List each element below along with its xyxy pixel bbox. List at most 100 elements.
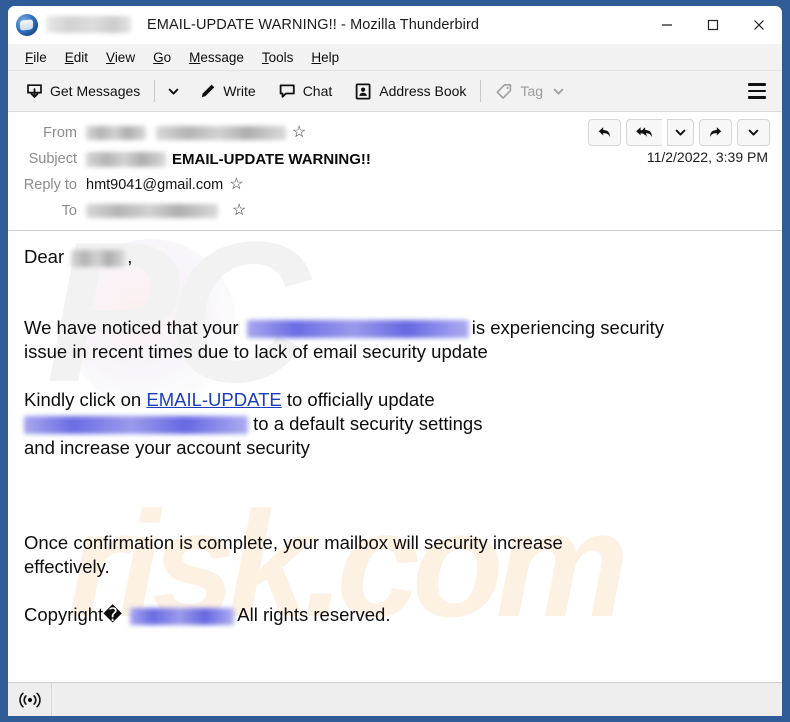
reply-to-value[interactable]: hmt9041@gmail.com ☆ [86, 177, 244, 194]
para3-line1: Once confirmation is complete, your mail… [24, 532, 563, 553]
reply-to-label: Reply to [23, 177, 77, 193]
para2-domain-redaction [24, 416, 248, 435]
hamburger-menu-icon-bar-2 [748, 89, 766, 93]
address-book-icon [355, 83, 371, 99]
window-frame: EMAIL-UPDATE WARNING!! - Mozilla Thunder… [0, 0, 790, 722]
subject-text: EMAIL-UPDATE WARNING!! [172, 150, 371, 168]
para2-line3: and increase your account security [24, 437, 310, 458]
para1-line2: issue in recent times due to lack of ema… [24, 341, 488, 362]
reply-arrow-icon [598, 127, 610, 137]
para3-line2: effectively. [24, 556, 110, 577]
maximize-button[interactable] [690, 6, 736, 44]
menu-go[interactable]: Go [144, 47, 180, 68]
chevron-down-icon [748, 129, 759, 136]
tag-button[interactable]: Tag [488, 77, 572, 106]
thunderbird-window: EMAIL-UPDATE WARNING!! - Mozilla Thunder… [8, 6, 782, 716]
toolbar-divider-2 [480, 80, 482, 102]
to-value[interactable]: ☆ [86, 203, 246, 219]
write-label: Write [223, 83, 256, 99]
para2-part1: Kindly click on [24, 389, 142, 410]
menu-view-rest: iew [114, 49, 136, 65]
para1-part1: We have noticed that your [24, 317, 239, 338]
email-update-link[interactable]: EMAIL-UPDATE [146, 389, 281, 410]
hamburger-menu-icon-bar-1 [748, 83, 766, 86]
get-messages-button[interactable]: Get Messages [18, 77, 147, 106]
body-paragraph-4: Copyright� All rights reserved. [24, 603, 766, 627]
subject-redaction-block [86, 151, 166, 167]
menu-tools-rest: ools [268, 49, 294, 65]
chat-label: Chat [302, 83, 333, 99]
more-actions-dropdown-button[interactable] [737, 119, 770, 146]
para4-suffix: All rights reserved. [237, 604, 391, 625]
minimize-button[interactable] [644, 6, 690, 44]
get-messages-dropdown-button[interactable] [162, 80, 185, 103]
minimize-icon [662, 24, 672, 26]
reply-to-star-icon[interactable]: ☆ [229, 177, 243, 193]
message-action-buttons [588, 119, 770, 146]
message-header-pane: From ☆ Subject EMAIL-UPDATE WARNING!! Re… [8, 112, 782, 231]
close-button[interactable] [736, 6, 782, 44]
menu-view[interactable]: View [97, 47, 144, 68]
body-greeting: Dear , [24, 245, 766, 269]
message-body-pane: PC risk.com Dear , We have noticed that … [8, 231, 782, 682]
menu-view-accel: V [106, 49, 115, 65]
reply-all-dropdown-button[interactable] [667, 119, 694, 146]
menu-edit[interactable]: Edit [56, 47, 97, 68]
menu-file-rest: ile [33, 49, 47, 65]
menu-help[interactable]: Help [302, 47, 348, 68]
menu-go-rest: o [163, 49, 172, 65]
menu-go-accel: G [153, 49, 164, 65]
window-title: EMAIL-UPDATE WARNING!! - Mozilla Thunder… [147, 16, 480, 33]
app-menu-button[interactable] [744, 78, 770, 104]
close-icon [754, 20, 764, 30]
subject-value: EMAIL-UPDATE WARNING!! [86, 151, 371, 168]
reply-to-address: hmt9041@gmail.com [86, 177, 224, 193]
para1-part2: is experiencing security [471, 317, 665, 338]
status-bar [8, 682, 782, 716]
body-paragraph-1: We have noticed that your is experiencin… [24, 316, 766, 364]
greeting-name-redaction [71, 249, 126, 267]
tag-label: Tag [520, 83, 544, 99]
message-date: 11/2/2022, 3:39 PM [646, 149, 768, 165]
wireless-online-icon [18, 692, 41, 707]
address-book-button[interactable]: Address Book [347, 77, 473, 106]
connection-status-cell[interactable] [8, 683, 52, 716]
para2-part2: to officially update [286, 389, 435, 410]
menu-tools[interactable]: Tools [253, 47, 303, 68]
menu-file[interactable]: File [16, 47, 56, 68]
to-star-icon[interactable]: ☆ [232, 203, 246, 219]
window-controls [644, 6, 782, 44]
menu-help-accel: H [311, 49, 322, 65]
menu-message-rest: essage [200, 49, 244, 65]
reply-all-button[interactable] [626, 119, 662, 146]
from-star-icon[interactable]: ☆ [292, 125, 306, 141]
menu-message[interactable]: Message [180, 47, 253, 68]
tag-icon [496, 83, 512, 99]
maximize-icon [707, 19, 719, 31]
main-toolbar: Get Messages Write Chat Address Book Tag [8, 71, 782, 112]
title-redaction-block [46, 16, 131, 33]
menu-file-accel: F [25, 49, 34, 65]
para4-company-redaction [130, 607, 235, 625]
chat-button[interactable]: Chat [271, 77, 340, 106]
greeting-suffix: , [127, 246, 133, 267]
download-inbox-icon [27, 83, 42, 98]
chevron-down-icon [168, 88, 179, 95]
from-value[interactable]: ☆ [86, 125, 306, 141]
title-bar: EMAIL-UPDATE WARNING!! - Mozilla Thunder… [8, 6, 782, 44]
menu-edit-rest: dit [73, 49, 89, 65]
greeting-prefix: Dear [24, 246, 65, 267]
address-book-label: Address Book [379, 83, 467, 99]
reply-button[interactable] [588, 119, 621, 146]
hamburger-menu-icon-bar-3 [748, 96, 766, 99]
header-row-to: To ☆ [8, 198, 782, 224]
write-button[interactable]: Write [191, 77, 262, 106]
menu-bar: File Edit View Go Message Tools Help [8, 44, 782, 71]
forward-button[interactable] [699, 119, 732, 146]
to-redaction-block [86, 204, 218, 218]
body-spacer-2 [24, 484, 766, 531]
from-redaction-block-2 [156, 126, 286, 140]
reply-all-arrow-icon [636, 127, 652, 137]
para4-prefix: Copyright� [24, 604, 123, 625]
message-body-text: Dear , We have noticed that your is expe… [24, 245, 766, 627]
